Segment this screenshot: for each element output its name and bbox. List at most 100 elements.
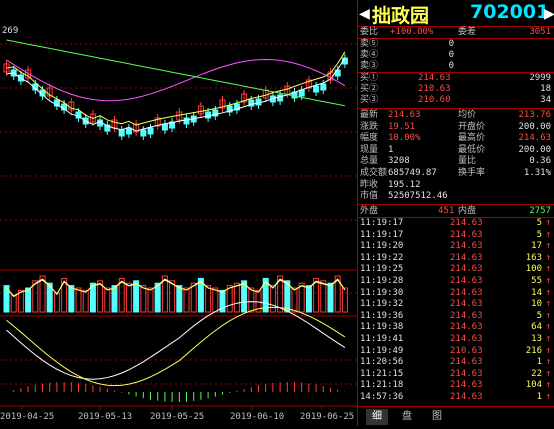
tick-time: 11:19:30 xyxy=(360,287,404,298)
tick-row: 11:21:18 214.63 104 ↑ xyxy=(358,380,554,391)
tick-time: 11:19:17 xyxy=(360,218,404,228)
tab-book[interactable]: 盘 xyxy=(396,409,418,425)
candle xyxy=(161,123,168,131)
date-label: 2019-06-25 xyxy=(300,412,354,422)
volume-bar xyxy=(111,285,118,313)
prev-stock-arrow-icon[interactable]: ◀ xyxy=(359,3,370,24)
buy-level-price: 210.60 xyxy=(418,95,451,105)
tick-volume: 17 xyxy=(531,241,542,252)
outer-value: 451 xyxy=(438,206,455,216)
candle xyxy=(125,127,132,135)
quote-row: 总量 3208 量比 0.36 xyxy=(358,156,554,167)
tick-row: 11:19:41 214.63 13 ↑ xyxy=(358,334,554,345)
tick-direction-icon: ↑ xyxy=(545,380,551,391)
volume-bar xyxy=(53,292,60,313)
tick-time: 11:19:49 xyxy=(360,345,404,356)
tick-price: 214.63 xyxy=(450,264,483,275)
buy-level-row: 买③ 210.60 34 xyxy=(358,95,554,106)
quote-value: 3208 xyxy=(388,156,410,167)
weibi-value: +100.00% xyxy=(390,27,434,37)
tick-direction-icon: ↑ xyxy=(545,345,551,356)
candle xyxy=(313,85,320,93)
quote-label: 成交额 xyxy=(360,168,388,178)
quote-label-2: 最低价 xyxy=(458,144,486,155)
tick-time: 11:19:28 xyxy=(360,276,404,286)
stock-name: 拙政园 xyxy=(372,5,430,27)
tick-price: 214.63 xyxy=(450,322,483,333)
buy-level-row: 买② 210.63 18 xyxy=(358,84,554,95)
volume-bar xyxy=(25,287,32,313)
tick-price: 214.63 xyxy=(450,380,483,391)
tick-direction-icon: ↑ xyxy=(545,299,551,310)
tick-volume: 104 xyxy=(525,380,542,391)
kline-chart-area[interactable]: 269 2019-04-25 2019-05-13 2019-05-25 2019-06… xyxy=(0,0,357,426)
tick-row: 11:19:49 210.63 216 ↑ xyxy=(358,346,554,357)
volume-bar xyxy=(212,287,219,313)
tick-direction-icon: ↑ xyxy=(545,322,551,333)
tick-volume: 100 xyxy=(525,264,542,275)
quote-value: 10.00% xyxy=(388,133,421,144)
candle xyxy=(147,127,154,135)
weibi-label: 委比 xyxy=(360,27,379,37)
quote-label-2: 均价 xyxy=(458,110,477,120)
tick-price: 214.63 xyxy=(450,229,483,240)
inner-value: 2757 xyxy=(529,206,551,216)
tick-row: 11:19:30 214.63 14 ↑ xyxy=(358,288,554,299)
tick-direction-icon: ↑ xyxy=(545,310,551,321)
tab-chart[interactable]: 图 xyxy=(426,409,448,425)
tick-volume: 13 xyxy=(531,334,542,344)
tick-price: 214.63 xyxy=(450,357,483,368)
panel-tabs: 细 盘 图 xyxy=(358,406,554,427)
tick-price: 214.63 xyxy=(450,276,483,286)
buy-level-volume: 34 xyxy=(540,95,551,105)
candle xyxy=(140,129,147,137)
kline-chart-svg: 269 2019-04-25 2019-05-13 2019-05-25 2019-06… xyxy=(0,26,357,422)
buy-level-label: 买③ xyxy=(360,95,379,105)
tick-volume: 55 xyxy=(531,276,542,286)
tick-row: 11:19:25 214.63 100 ↑ xyxy=(358,264,554,275)
tick-volume: 64 xyxy=(531,322,542,333)
tick-row: 11:19:17 214.63 5 ↑ xyxy=(358,230,554,241)
tick-volume: 22 xyxy=(531,368,542,379)
next-stock-arrow-icon[interactable]: ▶ xyxy=(544,3,554,24)
stock-title-bar: ◀ 拙政园 702001 ▶ xyxy=(358,0,554,27)
tick-row: 14:57:36 214.63 1 ↑ xyxy=(358,392,554,403)
tick-price: 214.63 xyxy=(450,241,483,252)
volume-bar xyxy=(104,287,111,313)
stock-code: 702001 xyxy=(470,1,550,23)
tick-volume: 163 xyxy=(525,252,542,263)
indicator-value: 269 xyxy=(2,26,18,36)
volume-bar xyxy=(75,287,82,313)
ma60-line xyxy=(6,39,345,107)
buy-level-price: 210.63 xyxy=(418,84,451,94)
quote-value: 214.63 xyxy=(388,110,421,120)
tick-direction-icon: ↑ xyxy=(545,276,551,286)
tick-time: 14:57:36 xyxy=(360,392,404,402)
volume-bar xyxy=(147,287,154,313)
tick-volume: 10 xyxy=(531,299,542,310)
tick-time: 11:19:36 xyxy=(360,310,404,321)
tick-row: 11:19:36 214.63 5 ↑ xyxy=(358,311,554,322)
quote-value-2: 213.76 xyxy=(518,110,551,120)
quote-label: 涨跌 xyxy=(360,121,379,132)
tab-detail[interactable]: 细 xyxy=(366,409,388,425)
volume-bar xyxy=(233,282,240,313)
weicha-value: 3051 xyxy=(529,27,551,37)
tick-volume: 5 xyxy=(536,229,542,240)
volume-bar xyxy=(226,285,233,313)
tick-volume: 1 xyxy=(536,392,542,402)
tick-row: 11:19:32 214.63 10 ↑ xyxy=(358,299,554,310)
sell-level-volume: 0 xyxy=(448,50,454,60)
sell-level-label: 卖⑤ xyxy=(360,39,379,49)
tick-direction-icon: ↑ xyxy=(545,241,551,252)
quote-label: 最新 xyxy=(360,110,379,120)
tick-row: 11:19:28 214.63 55 ↑ xyxy=(358,276,554,287)
quote-value: 685749.87 xyxy=(388,168,437,178)
tick-time: 11:19:41 xyxy=(360,334,404,344)
tick-row: 11:19:38 214.63 64 ↑ xyxy=(358,322,554,333)
buy-level-row: 买① 214.63 2999 xyxy=(358,73,554,84)
quote-label: 幅度 xyxy=(360,133,379,144)
volume-bar xyxy=(341,287,348,313)
tick-time: 11:19:38 xyxy=(360,322,404,333)
quote-row: 现量 1 最低价 200.00 xyxy=(358,145,554,156)
